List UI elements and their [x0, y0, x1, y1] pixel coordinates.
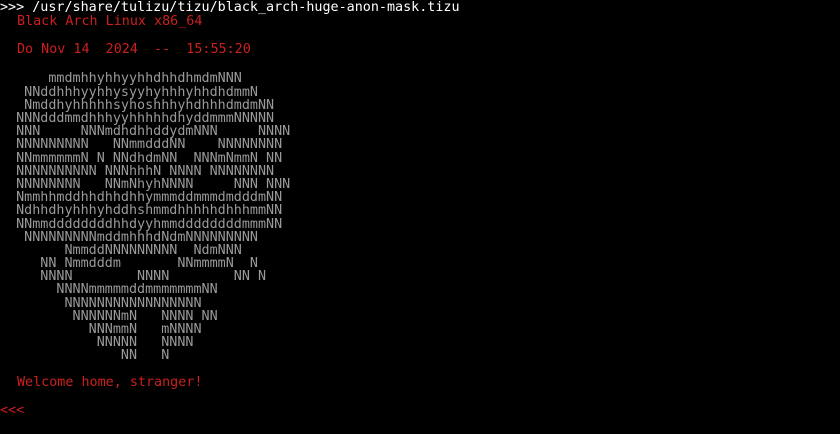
ascii-art-line: NNNNNNNNNmddmhhhdNdmNNNNNNNNN [0, 230, 258, 244]
ascii-art-line: NNNNN NNNN [0, 336, 194, 350]
ascii-art-line: NNNNNNNNNNNNNNNNN [0, 296, 202, 310]
ascii-art-line: NN N [0, 349, 170, 363]
ascii-art-line: NNmmddddddddhhdyyhmmddddddddmmmNN [0, 217, 283, 231]
ascii-art-line: NmddhyhhhhhsyhoshhhyhdhhhdmdmNN [0, 98, 275, 113]
datetime-line: Do Nov 14 2024 -- 15:55:20 [17, 42, 251, 57]
terminal-window[interactable]: >>> /usr/share/tulizu/tizu/black_arch-hu… [0, 0, 840, 434]
ascii-art-line: NNNdddmmdhhhyyhhhhhdhyddmmmNNNNN [0, 112, 275, 126]
ascii-art-line: NNmmmmmmN N NNdhdmNN NNNmNmmN NN [0, 151, 283, 165]
ascii-art-line: NN Nmmdddm NNmmmmN N [0, 257, 258, 271]
ascii-art-line: NNN NNNmdhdhhddydmNNN NNNN [0, 125, 291, 139]
ascii-art-line: NNNNNNmN NNNN NN [0, 309, 218, 324]
ascii-art-line: NNNNNNNN NNmNhyhNNNN NNN NNN [0, 177, 291, 192]
ascii-art-line: NNNmmN mNNNN [0, 323, 202, 337]
ascii-art-line: NdhhdhyhhhyhddhshmmdhhhhhdhhhmmNN [0, 204, 283, 218]
ascii-art-line: NmmhhmddhhdhhdhhymmmddmmmdmdddmNN [0, 191, 283, 205]
ascii-art-line: NNNNNNNNNN NNNhhhN NNNN NNNNNNNN [0, 164, 275, 178]
ascii-art-line: mmdmhhyhhyyhhdhhdhmdmNNN [0, 72, 242, 86]
ascii-art-mask: mmdmhhyhhyyhhdhhdhmdmNNN NNddhhhyyhhysyy… [0, 72, 840, 362]
ascii-art-line: NNNNmmmmmddmmmmmmmNN [0, 283, 218, 297]
ascii-art-line: NmmddNNNNNNNNN NdmNNN [0, 243, 242, 258]
ascii-art-line: NNNNNNNNN NNmmdddNN NNNNNNNN [0, 138, 283, 152]
ascii-art-line: NNNN NNNN NN N [0, 270, 267, 284]
ascii-art-line: NNddhhhyyhhysyyhyhhhyhhdhdmmN [0, 85, 258, 99]
command-prompt-line: >>> /usr/share/tulizu/tizu/black_arch-hu… [0, 1, 460, 15]
system-name: Black Arch Linux x86_64 [17, 14, 203, 29]
input-prompt[interactable]: <<< [0, 404, 840, 418]
welcome-message: Welcome home, stranger! [17, 376, 203, 391]
